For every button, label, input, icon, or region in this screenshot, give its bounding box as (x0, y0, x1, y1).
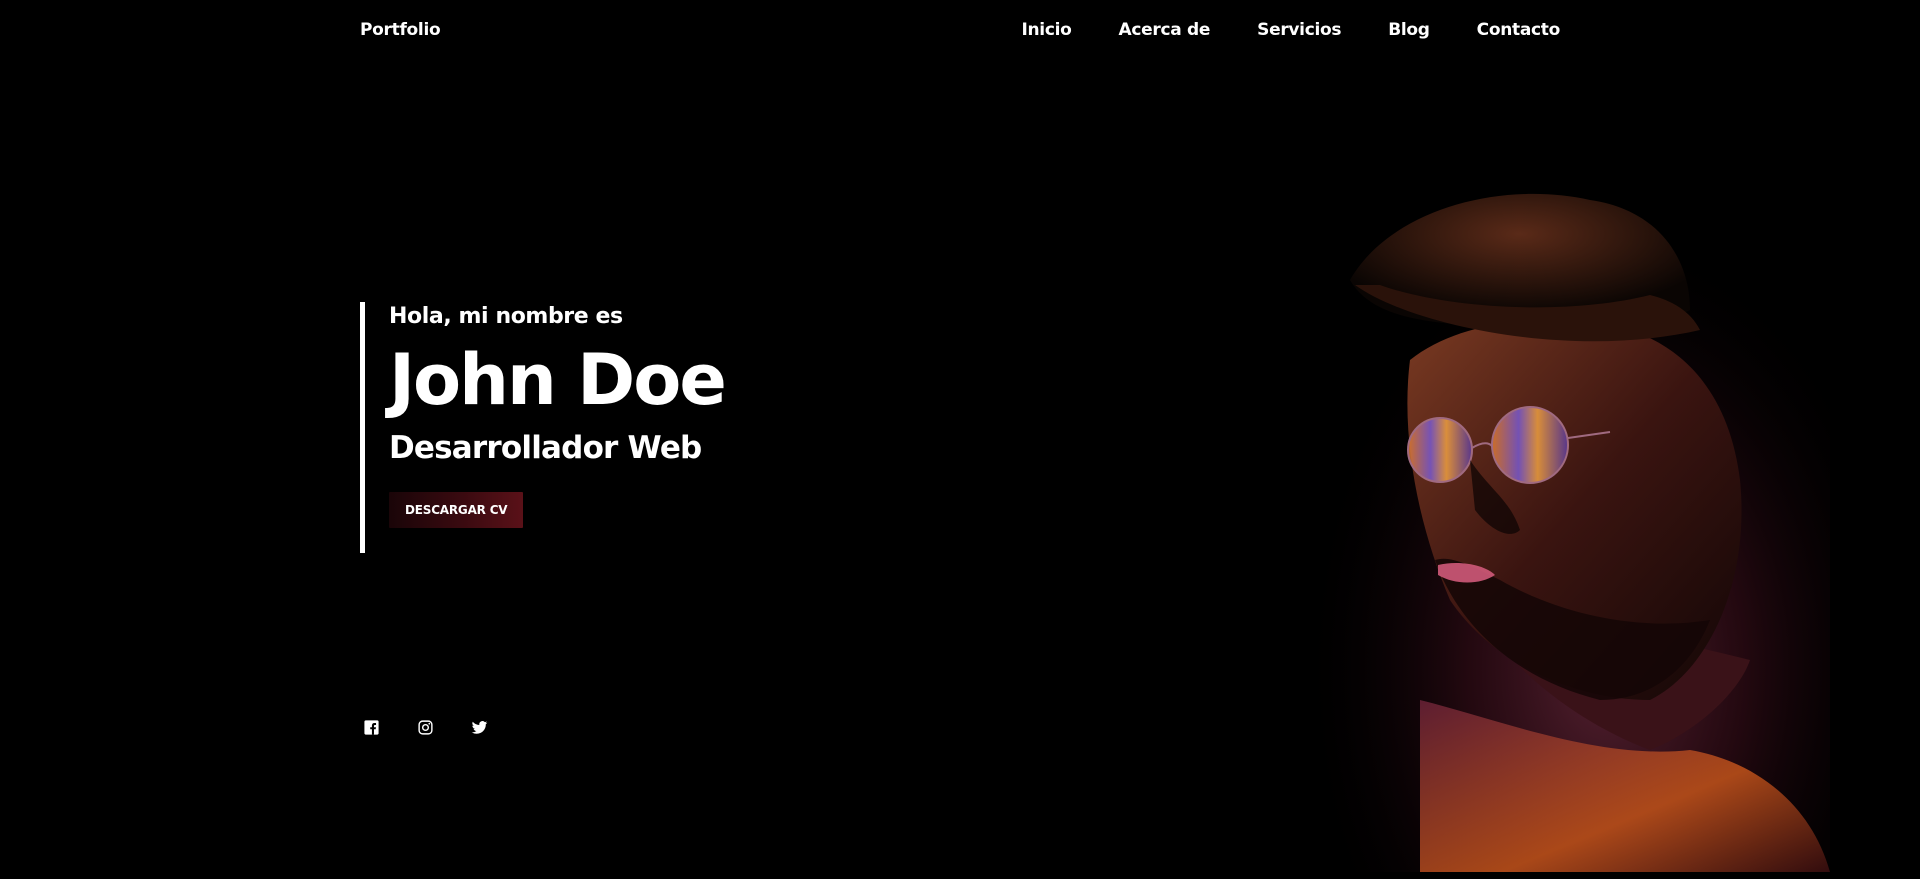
nav-item-contacto: Contacto (1477, 20, 1561, 40)
hero-role: Desarrollador Web (389, 430, 702, 466)
nav-link-acerca[interactable]: Acerca de (1119, 20, 1211, 40)
main-nav: Inicio Acerca de Servicios Blog Contacto (1021, 20, 1560, 40)
download-cv-button[interactable]: DESCARGAR CV (389, 492, 524, 528)
nav-item-blog: Blog (1388, 20, 1430, 40)
hero-section: Hola, mi nombre es John Doe Desarrollado… (360, 302, 727, 553)
instagram-link[interactable] (416, 718, 434, 736)
nav-link-blog[interactable]: Blog (1388, 20, 1430, 40)
hero-greeting: Hola, mi nombre es (389, 304, 623, 329)
nav-link-contacto[interactable]: Contacto (1477, 20, 1561, 40)
instagram-icon (417, 719, 433, 735)
nav-link-inicio[interactable]: Inicio (1021, 20, 1071, 40)
nav-link-servicios[interactable]: Servicios (1257, 20, 1341, 40)
nav-item-servicios: Servicios (1257, 20, 1341, 40)
facebook-icon (363, 719, 379, 735)
portfolio-page: Portfolio Inicio Acerca de Servicios Blo… (0, 0, 1920, 879)
facebook-link[interactable] (362, 718, 380, 736)
nav-item-acerca: Acerca de (1119, 20, 1211, 40)
nav-item-inicio: Inicio (1021, 20, 1071, 40)
hero-name: John Doe (389, 339, 727, 421)
portrait-image (1270, 60, 1830, 872)
twitter-icon (471, 720, 487, 734)
twitter-link[interactable] (470, 718, 488, 736)
social-links (362, 718, 488, 736)
portrait-illustration (1270, 60, 1830, 872)
brand-logo[interactable]: Portfolio (360, 20, 441, 40)
